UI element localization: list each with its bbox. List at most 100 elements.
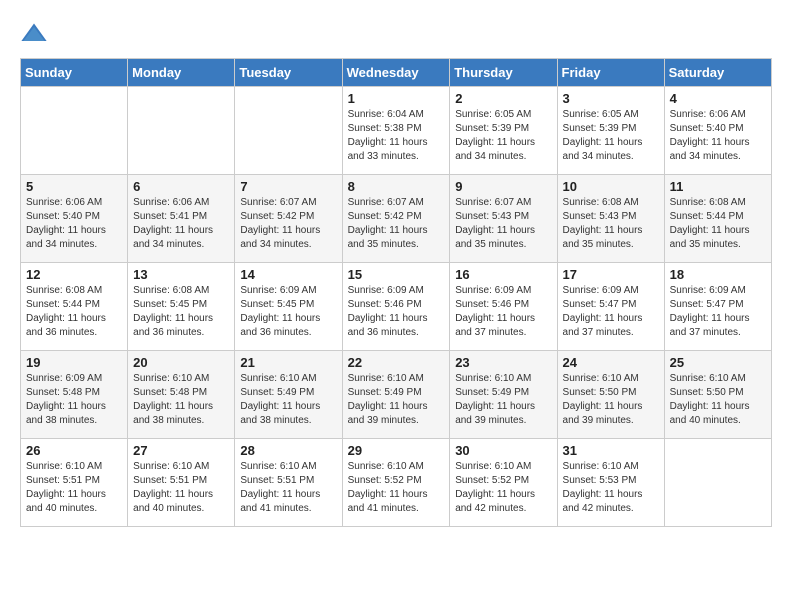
day-number: 6: [133, 179, 229, 194]
day-number: 11: [670, 179, 766, 194]
day-number: 14: [240, 267, 336, 282]
header-wednesday: Wednesday: [342, 59, 450, 87]
calendar-cell: 23Sunrise: 6:10 AMSunset: 5:49 PMDayligh…: [450, 351, 557, 439]
calendar-cell: 4 Sunrise: 6:06 AMSunset: 5:40 PMDaylight…: [664, 87, 771, 175]
day-number: 18: [670, 267, 766, 282]
calendar-cell: 25 Sunrise: 6:10 AMSunset: 5:50 PMDayligh…: [664, 351, 771, 439]
day-info: Sunrise: 6:10 AMSunset: 5:49 PMDaylight:…: [455, 372, 551, 428]
day-info: Sunrise: 6:08 AMSunset: 5:43 PMDaylight:…: [563, 196, 659, 252]
day-info: Sunrise: 6:09 AMSunset: 5:46 PMDaylight:…: [455, 284, 551, 340]
logo: [20, 20, 52, 48]
day-info: Sunrise: 6:06 AMSunset: 5:40 PMDaylight:…: [26, 196, 122, 252]
day-number: 20: [133, 355, 229, 370]
calendar-cell: 20 Sunrise: 6:10 AMSunset: 5:48 PMDayligh…: [128, 351, 235, 439]
day-info: Sunrise: 6:08 AMSunset: 5:44 PMDaylight:…: [26, 284, 122, 340]
calendar-cell: [21, 87, 128, 175]
calendar-cell: 18 Sunrise: 6:09 AMSunset: 5:47 PMDayligh…: [664, 263, 771, 351]
calendar-cell: 6 Sunrise: 6:06 AMSunset: 5:41 PMDaylight…: [128, 175, 235, 263]
day-number: 1: [348, 91, 445, 106]
day-info: Sunrise: 6:05 AMSunset: 5:39 PMDaylight:…: [455, 108, 551, 164]
calendar-week-row: 1 Sunrise: 6:04 AMSunset: 5:38 PMDaylight…: [21, 87, 772, 175]
day-info: Sunrise: 6:09 AMSunset: 5:45 PMDaylight:…: [240, 284, 336, 340]
day-number: 3: [563, 91, 659, 106]
calendar-cell: 8 Sunrise: 6:07 AMSunset: 5:42 PMDaylight…: [342, 175, 450, 263]
day-info: Sunrise: 6:10 AMSunset: 5:53 PMDaylight:…: [563, 460, 659, 516]
header-saturday: Saturday: [664, 59, 771, 87]
calendar-cell: 10 Sunrise: 6:08 AMSunset: 5:43 PMDayligh…: [557, 175, 664, 263]
day-info: Sunrise: 6:10 AMSunset: 5:51 PMDaylight:…: [133, 460, 229, 516]
weekday-header-row: Sunday Monday Tuesday Wednesday Thursday…: [21, 59, 772, 87]
calendar-cell: 14 Sunrise: 6:09 AMSunset: 5:45 PMDayligh…: [235, 263, 342, 351]
day-info: Sunrise: 6:08 AMSunset: 5:45 PMDaylight:…: [133, 284, 229, 340]
day-info: Sunrise: 6:10 AMSunset: 5:49 PMDaylight:…: [348, 372, 445, 428]
calendar-cell: 12 Sunrise: 6:08 AMSunset: 5:44 PMDayligh…: [21, 263, 128, 351]
day-info: Sunrise: 6:06 AMSunset: 5:40 PMDaylight:…: [670, 108, 766, 164]
header-friday: Friday: [557, 59, 664, 87]
day-info: Sunrise: 6:09 AMSunset: 5:46 PMDaylight:…: [348, 284, 445, 340]
calendar-cell: 3Sunrise: 6:05 AMSunset: 5:39 PMDaylight…: [557, 87, 664, 175]
day-number: 28: [240, 443, 336, 458]
day-number: 4: [670, 91, 766, 106]
calendar-cell: [235, 87, 342, 175]
calendar-cell: 13Sunrise: 6:08 AMSunset: 5:45 PMDayligh…: [128, 263, 235, 351]
day-number: 12: [26, 267, 122, 282]
day-info: Sunrise: 6:09 AMSunset: 5:47 PMDaylight:…: [563, 284, 659, 340]
day-info: Sunrise: 6:04 AMSunset: 5:38 PMDaylight:…: [348, 108, 445, 164]
calendar-cell: 27 Sunrise: 6:10 AMSunset: 5:51 PMDayligh…: [128, 439, 235, 527]
day-info: Sunrise: 6:07 AMSunset: 5:42 PMDaylight:…: [240, 196, 336, 252]
calendar-cell: [128, 87, 235, 175]
calendar-cell: 1 Sunrise: 6:04 AMSunset: 5:38 PMDaylight…: [342, 87, 450, 175]
day-number: 7: [240, 179, 336, 194]
day-info: Sunrise: 6:10 AMSunset: 5:48 PMDaylight:…: [133, 372, 229, 428]
calendar-cell: 5 Sunrise: 6:06 AMSunset: 5:40 PMDaylight…: [21, 175, 128, 263]
header-monday: Monday: [128, 59, 235, 87]
day-info: Sunrise: 6:06 AMSunset: 5:41 PMDaylight:…: [133, 196, 229, 252]
day-info: Sunrise: 6:09 AMSunset: 5:47 PMDaylight:…: [670, 284, 766, 340]
day-number: 25: [670, 355, 766, 370]
calendar-cell: 29 Sunrise: 6:10 AMSunset: 5:52 PMDayligh…: [342, 439, 450, 527]
day-number: 19: [26, 355, 122, 370]
day-number: 22: [348, 355, 445, 370]
day-number: 29: [348, 443, 445, 458]
day-info: Sunrise: 6:10 AMSunset: 5:50 PMDaylight:…: [670, 372, 766, 428]
calendar-cell: 26 Sunrise: 6:10 AMSunset: 5:51 PMDayligh…: [21, 439, 128, 527]
header-sunday: Sunday: [21, 59, 128, 87]
day-number: 10: [563, 179, 659, 194]
day-info: Sunrise: 6:10 AMSunset: 5:51 PMDaylight:…: [240, 460, 336, 516]
day-info: Sunrise: 6:10 AMSunset: 5:52 PMDaylight:…: [455, 460, 551, 516]
day-number: 5: [26, 179, 122, 194]
calendar-cell: 19 Sunrise: 6:09 AMSunset: 5:48 PMDayligh…: [21, 351, 128, 439]
day-info: Sunrise: 6:10 AMSunset: 5:49 PMDaylight:…: [240, 372, 336, 428]
calendar-body: 1 Sunrise: 6:04 AMSunset: 5:38 PMDaylight…: [21, 87, 772, 527]
day-number: 26: [26, 443, 122, 458]
day-number: 9: [455, 179, 551, 194]
day-info: Sunrise: 6:07 AMSunset: 5:42 PMDaylight:…: [348, 196, 445, 252]
page-header: [20, 20, 772, 48]
calendar-cell: 22 Sunrise: 6:10 AMSunset: 5:49 PMDayligh…: [342, 351, 450, 439]
header-thursday: Thursday: [450, 59, 557, 87]
day-number: 8: [348, 179, 445, 194]
calendar-week-row: 12 Sunrise: 6:08 AMSunset: 5:44 PMDayligh…: [21, 263, 772, 351]
day-info: Sunrise: 6:09 AMSunset: 5:48 PMDaylight:…: [26, 372, 122, 428]
calendar-table: Sunday Monday Tuesday Wednesday Thursday…: [20, 58, 772, 527]
day-number: 31: [563, 443, 659, 458]
day-info: Sunrise: 6:10 AMSunset: 5:52 PMDaylight:…: [348, 460, 445, 516]
calendar-cell: 2 Sunrise: 6:05 AMSunset: 5:39 PMDaylight…: [450, 87, 557, 175]
logo-icon: [20, 20, 48, 48]
day-number: 2: [455, 91, 551, 106]
calendar-cell: 31 Sunrise: 6:10 AMSunset: 5:53 PMDayligh…: [557, 439, 664, 527]
day-info: Sunrise: 6:10 AMSunset: 5:50 PMDaylight:…: [563, 372, 659, 428]
day-info: Sunrise: 6:07 AMSunset: 5:43 PMDaylight:…: [455, 196, 551, 252]
calendar-week-row: 5 Sunrise: 6:06 AMSunset: 5:40 PMDaylight…: [21, 175, 772, 263]
calendar-cell: 11 Sunrise: 6:08 AMSunset: 5:44 PMDayligh…: [664, 175, 771, 263]
calendar-cell: 21 Sunrise: 6:10 AMSunset: 5:49 PMDayligh…: [235, 351, 342, 439]
day-info: Sunrise: 6:10 AMSunset: 5:51 PMDaylight:…: [26, 460, 122, 516]
day-info: Sunrise: 6:08 AMSunset: 5:44 PMDaylight:…: [670, 196, 766, 252]
day-number: 27: [133, 443, 229, 458]
day-number: 21: [240, 355, 336, 370]
calendar-week-row: 19 Sunrise: 6:09 AMSunset: 5:48 PMDayligh…: [21, 351, 772, 439]
calendar-cell: 28 Sunrise: 6:10 AMSunset: 5:51 PMDayligh…: [235, 439, 342, 527]
calendar-cell: 7 Sunrise: 6:07 AMSunset: 5:42 PMDaylight…: [235, 175, 342, 263]
calendar-cell: 16Sunrise: 6:09 AMSunset: 5:46 PMDayligh…: [450, 263, 557, 351]
calendar-week-row: 26 Sunrise: 6:10 AMSunset: 5:51 PMDayligh…: [21, 439, 772, 527]
